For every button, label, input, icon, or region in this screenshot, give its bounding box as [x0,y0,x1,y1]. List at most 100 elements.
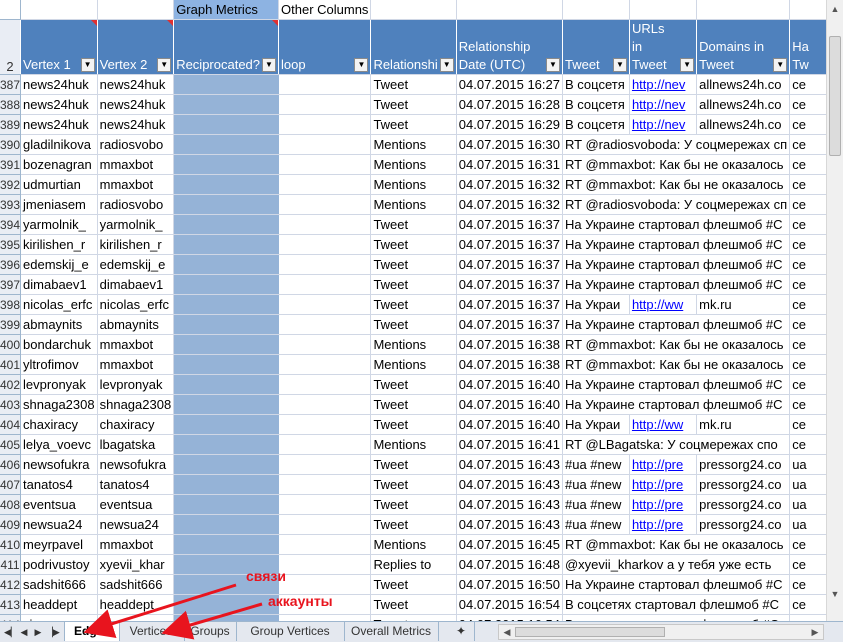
cell[interactable]: pressorg24.co [696,514,791,535]
cell[interactable]: Tweet [370,514,457,535]
cell[interactable]: В соцсетя [562,114,630,135]
cell[interactable] [278,154,372,175]
cell[interactable]: В соцсетя [562,74,630,95]
cell[interactable]: RT @mmaxbot: Как бы не оказалось [562,334,791,355]
insert-sheet-icon[interactable]: ✦ [452,622,475,641]
cell[interactable]: 04.07.2015 16:32 [456,194,563,215]
cell[interactable]: mmaxbot [97,154,175,175]
cell[interactable]: http://ww [629,414,698,435]
cell[interactable]: ce [789,174,826,195]
cell[interactable]: ce [789,334,826,355]
cell[interactable]: yarmolnik_ [97,214,175,235]
column-header[interactable]: Ha Tw [789,19,826,75]
cell[interactable]: news24huk [20,94,98,115]
cell[interactable]: yltrofimov [20,354,98,375]
cell[interactable]: http://nev [629,114,698,135]
cell[interactable]: http://pre [629,474,698,495]
cell[interactable]: ua [789,474,826,495]
cell[interactable] [278,354,372,375]
row-header[interactable]: 2 [0,19,22,75]
cell[interactable]: radiosvobo [97,194,175,215]
first-sheet-icon[interactable]: ◀▏ [4,625,18,639]
cell[interactable]: 04.07.2015 16:45 [456,534,563,555]
cell[interactable]: http://ww [629,294,698,315]
cell[interactable]: sadshit666 [20,574,98,595]
cell[interactable]: ce [789,214,826,235]
row-header[interactable]: 402 [0,374,22,395]
cell[interactable]: 04.07.2015 16:29 [456,114,563,135]
cell[interactable]: 04.07.2015 16:50 [456,574,563,595]
cell[interactable]: ce [789,574,826,595]
cell[interactable] [278,94,372,115]
filter-dropdown-icon[interactable]: ▼ [680,58,695,72]
cell[interactable]: Mentions [370,134,457,155]
row-header[interactable]: 392 [0,174,22,195]
cell[interactable]: 04.07.2015 16:38 [456,334,563,355]
spreadsheet-grid[interactable]: Graph Metrics Other Columns 2 Vertex 1 ▼ V… [0,0,826,621]
cell[interactable]: На Украине стартовал флешмоб #С [562,314,791,335]
last-sheet-icon[interactable]: ▕▶ [46,625,60,639]
cell[interactable]: 04.07.2015 16:40 [456,414,563,435]
cell[interactable]: На Украи [562,294,630,315]
scroll-left-icon[interactable]: ◀ [499,624,515,640]
cell[interactable]: chaxiracy [20,414,98,435]
cell[interactable] [173,194,280,215]
row-header[interactable]: 399 [0,314,22,335]
row-header[interactable]: 413 [0,594,22,615]
row-header[interactable]: 389 [0,114,22,135]
cell[interactable] [278,534,372,555]
column-header[interactable]: loop ▼ [278,19,372,75]
row-header[interactable]: 400 [0,334,22,355]
row-header[interactable]: 396 [0,254,22,275]
cell[interactable] [173,454,280,475]
prev-sheet-icon[interactable]: ◀ [18,625,30,639]
cell[interactable]: pressorg24.co [696,474,791,495]
cell[interactable]: Tweet [370,74,457,95]
column-header[interactable]: Reciprocated? ▼ [173,19,280,75]
cell[interactable] [173,174,280,195]
cell[interactable]: news24huk [97,114,175,135]
vertical-scrollbar[interactable]: ▲ ▼ [826,0,843,621]
cell[interactable]: podrivustoy [20,554,98,575]
scroll-thumb[interactable] [829,36,841,156]
cell[interactable]: ce [789,374,826,395]
cell[interactable]: На Украине стартовал флешмоб #С [562,254,791,275]
cell[interactable]: #ua #new [562,494,630,515]
row-header[interactable]: 408 [0,494,22,515]
cell[interactable]: Tweet [370,394,457,415]
cell[interactable]: Mentions [370,534,457,555]
row-header[interactable]: 406 [0,454,22,475]
cell[interactable] [278,254,372,275]
cell[interactable]: Tweet [370,574,457,595]
cell[interactable] [173,314,280,335]
cell[interactable]: nicolas_erfc [97,294,175,315]
cell[interactable]: news24huk [97,74,175,95]
cell[interactable]: RT @mmaxbot: Как бы не оказалось [562,154,791,175]
cell[interactable]: bondarchuk [20,334,98,355]
row-header[interactable]: 411 [0,554,22,575]
cell[interactable] [173,254,280,275]
cell[interactable]: ce [789,314,826,335]
cell[interactable]: ce [789,274,826,295]
cell[interactable]: headdept [97,594,175,615]
sheet-tab-groups[interactable]: Groups [184,622,237,641]
cell[interactable]: Tweet [370,274,457,295]
cell[interactable]: RT @mmaxbot: Как бы не оказалось [562,174,791,195]
cell[interactable]: Mentions [370,174,457,195]
cell[interactable] [173,74,280,95]
cell[interactable]: 04.07.2015 16:48 [456,554,563,575]
row-header[interactable]: 394 [0,214,22,235]
row-header[interactable]: 409 [0,514,22,535]
cell[interactable]: 04.07.2015 16:37 [456,274,563,295]
cell[interactable]: Tweet [370,314,457,335]
cell[interactable]: ce [789,74,826,95]
cell[interactable]: ce [789,194,826,215]
filter-dropdown-icon[interactable]: ▼ [612,58,627,72]
row-header[interactable]: 387 [0,74,22,95]
filter-dropdown-icon[interactable]: ▼ [157,58,172,72]
cell[interactable]: 04.07.2015 16:30 [456,134,563,155]
cell[interactable]: http://pre [629,494,698,515]
column-header[interactable]: Vertex 2 ▼ [97,19,175,75]
cell[interactable] [278,194,372,215]
row-header[interactable]: 407 [0,474,22,495]
